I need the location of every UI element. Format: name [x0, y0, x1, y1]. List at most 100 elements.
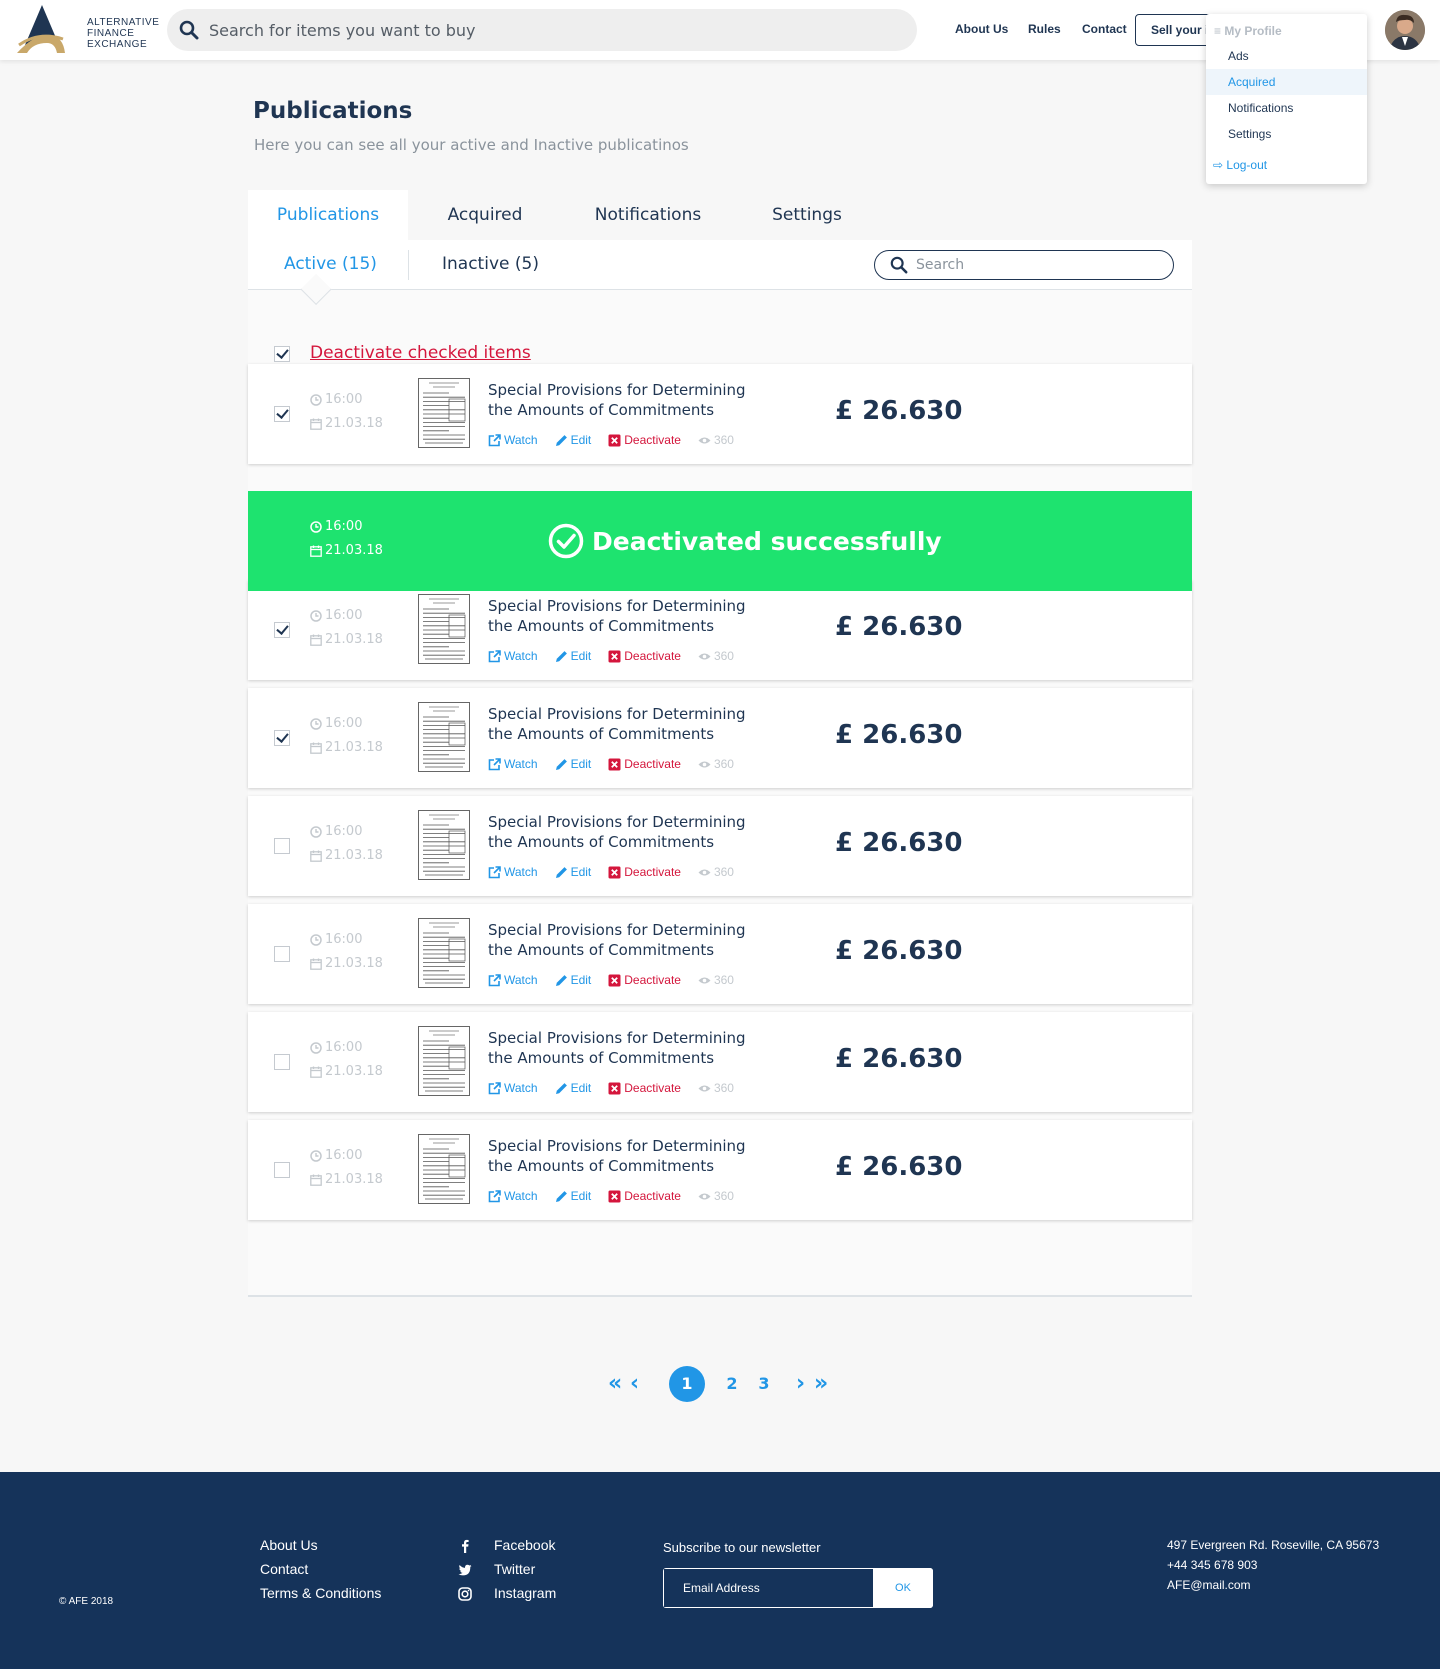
- prev-page-icon[interactable]: ‹: [630, 1371, 639, 1396]
- item-title[interactable]: Special Provisions for Determining the Am…: [488, 1136, 778, 1176]
- document-thumbnail[interactable]: [418, 594, 470, 664]
- footer-link-about[interactable]: About Us: [260, 1537, 318, 1553]
- deactivate-link[interactable]: Deactivate: [608, 973, 681, 987]
- first-page-icon[interactable]: «: [608, 1371, 622, 1396]
- subtab-inactive[interactable]: Inactive (5): [442, 254, 539, 274]
- item-checkbox[interactable]: [274, 1162, 290, 1178]
- tab-notifications[interactable]: Notifications: [580, 190, 716, 240]
- item-title[interactable]: Special Provisions for Determining the Am…: [488, 704, 778, 744]
- item-date: 21.03.18: [310, 543, 383, 558]
- tab-acquired[interactable]: Acquired: [420, 190, 550, 240]
- item-price: £ 26.630: [835, 612, 963, 642]
- newsletter-ok-button[interactable]: OK: [873, 1568, 933, 1608]
- item-title[interactable]: Special Provisions for Determining the Am…: [488, 380, 778, 420]
- page-2[interactable]: 2: [714, 1366, 750, 1402]
- watch-link[interactable]: Watch: [488, 973, 538, 987]
- dropdown-logout[interactable]: ⇨ Log-out: [1206, 152, 1367, 178]
- item-checkbox[interactable]: [274, 730, 290, 746]
- deactivate-checked-link[interactable]: Deactivate checked items: [310, 343, 531, 363]
- watch-link[interactable]: Watch: [488, 1189, 538, 1203]
- avatar-image: [1385, 10, 1425, 50]
- afe-logo[interactable]: ALTERNATIVE FINANCE EXCHANGE: [15, 5, 159, 55]
- dropdown-item-notifications[interactable]: Notifications: [1206, 95, 1367, 121]
- calendar-icon: [310, 850, 322, 862]
- instagram-icon[interactable]: [458, 1587, 472, 1601]
- item-time: 16:00: [310, 824, 362, 839]
- item-actions: Watch Edit Deactivate 360: [488, 433, 751, 447]
- document-thumbnail[interactable]: [418, 810, 470, 880]
- tab-settings[interactable]: Settings: [750, 190, 864, 240]
- item-title[interactable]: Special Provisions for Determining the Am…: [488, 920, 778, 960]
- watch-link[interactable]: Watch: [488, 1081, 538, 1095]
- panel-search-input[interactable]: [916, 257, 1156, 273]
- item-price: £ 26.630: [835, 720, 963, 750]
- page-3[interactable]: 3: [746, 1366, 782, 1402]
- edit-link[interactable]: Edit: [555, 649, 591, 663]
- clock-icon: [310, 717, 322, 730]
- edit-link[interactable]: Edit: [555, 757, 591, 771]
- nav-contact[interactable]: Contact: [1082, 22, 1127, 36]
- view-count: 360: [698, 865, 734, 879]
- item-checkbox[interactable]: [274, 946, 290, 962]
- main-search-input[interactable]: [209, 20, 849, 40]
- deactivate-link[interactable]: Deactivate: [608, 433, 681, 447]
- edit-link[interactable]: Edit: [555, 865, 591, 879]
- main-search[interactable]: [167, 9, 917, 51]
- dropdown-heading[interactable]: ≡ My Profile: [1206, 18, 1367, 44]
- select-all-checkbox[interactable]: [274, 346, 290, 362]
- document-thumbnail[interactable]: [418, 702, 470, 772]
- item-title[interactable]: Special Provisions for Determining the Am…: [488, 812, 778, 852]
- footer-link-instagram[interactable]: Instagram: [494, 1585, 556, 1601]
- panel-search[interactable]: [874, 250, 1174, 280]
- document-thumbnail[interactable]: [418, 1134, 470, 1204]
- edit-link[interactable]: Edit: [555, 1189, 591, 1203]
- dropdown-item-settings[interactable]: Settings: [1206, 121, 1367, 147]
- next-page-icon[interactable]: ›: [796, 1371, 805, 1396]
- footer-link-twitter[interactable]: Twitter: [494, 1561, 535, 1577]
- nav-rules[interactable]: Rules: [1028, 22, 1061, 36]
- nav-about-us[interactable]: About Us: [955, 22, 1008, 36]
- item-time: 16:00: [310, 519, 362, 534]
- newsletter-email-input[interactable]: [664, 1569, 873, 1607]
- deactivate-link[interactable]: Deactivate: [608, 865, 681, 879]
- document-thumbnail[interactable]: [418, 378, 470, 448]
- publication-item: 16:00 21.03.18 Special Provisions for Dete…: [248, 688, 1192, 788]
- deactivate-link[interactable]: Deactivate: [608, 757, 681, 771]
- subtab-active[interactable]: Active (15): [284, 254, 377, 274]
- deactivate-link[interactable]: Deactivate: [608, 1081, 681, 1095]
- watch-link[interactable]: Watch: [488, 433, 538, 447]
- footer-link-terms[interactable]: Terms & Conditions: [260, 1585, 381, 1601]
- item-checkbox[interactable]: [274, 406, 290, 422]
- tab-publications[interactable]: Publications: [248, 190, 408, 240]
- deactivate-link[interactable]: Deactivate: [608, 649, 681, 663]
- document-thumbnail[interactable]: [418, 1026, 470, 1096]
- item-checkbox[interactable]: [274, 838, 290, 854]
- footer-link-contact[interactable]: Contact: [260, 1561, 308, 1577]
- edit-link[interactable]: Edit: [555, 973, 591, 987]
- watch-link[interactable]: Watch: [488, 649, 538, 663]
- item-checkbox[interactable]: [274, 1054, 290, 1070]
- item-title[interactable]: Special Provisions for Determining the Am…: [488, 596, 778, 636]
- last-page-icon[interactable]: »: [814, 1371, 828, 1396]
- edit-link[interactable]: Edit: [555, 433, 591, 447]
- item-checkbox[interactable]: [274, 622, 290, 638]
- eye-icon: [698, 869, 711, 875]
- edit-link[interactable]: Edit: [555, 1081, 591, 1095]
- document-thumbnail[interactable]: [418, 918, 470, 988]
- dropdown-item-ads[interactable]: Ads: [1206, 43, 1367, 69]
- dropdown-item-acquired[interactable]: Acquired: [1206, 69, 1367, 95]
- item-title[interactable]: Special Provisions for Determining the Am…: [488, 1028, 778, 1068]
- watch-link[interactable]: Watch: [488, 757, 538, 771]
- footer-link-facebook[interactable]: Facebook: [494, 1537, 555, 1553]
- page-1[interactable]: 1: [669, 1366, 705, 1402]
- watch-link[interactable]: Watch: [488, 865, 538, 879]
- facebook-icon[interactable]: [458, 1539, 472, 1553]
- twitter-icon[interactable]: [458, 1563, 472, 1577]
- eye-icon: [698, 437, 711, 443]
- footer-email[interactable]: AFE@mail.com: [1167, 1578, 1251, 1592]
- user-avatar[interactable]: [1385, 10, 1425, 50]
- search-icon: [179, 20, 199, 40]
- deactivate-link[interactable]: Deactivate: [608, 1189, 681, 1203]
- footer-phone[interactable]: +44 345 678 903: [1167, 1558, 1257, 1572]
- item-actions: Watch Edit Deactivate 360: [488, 649, 751, 663]
